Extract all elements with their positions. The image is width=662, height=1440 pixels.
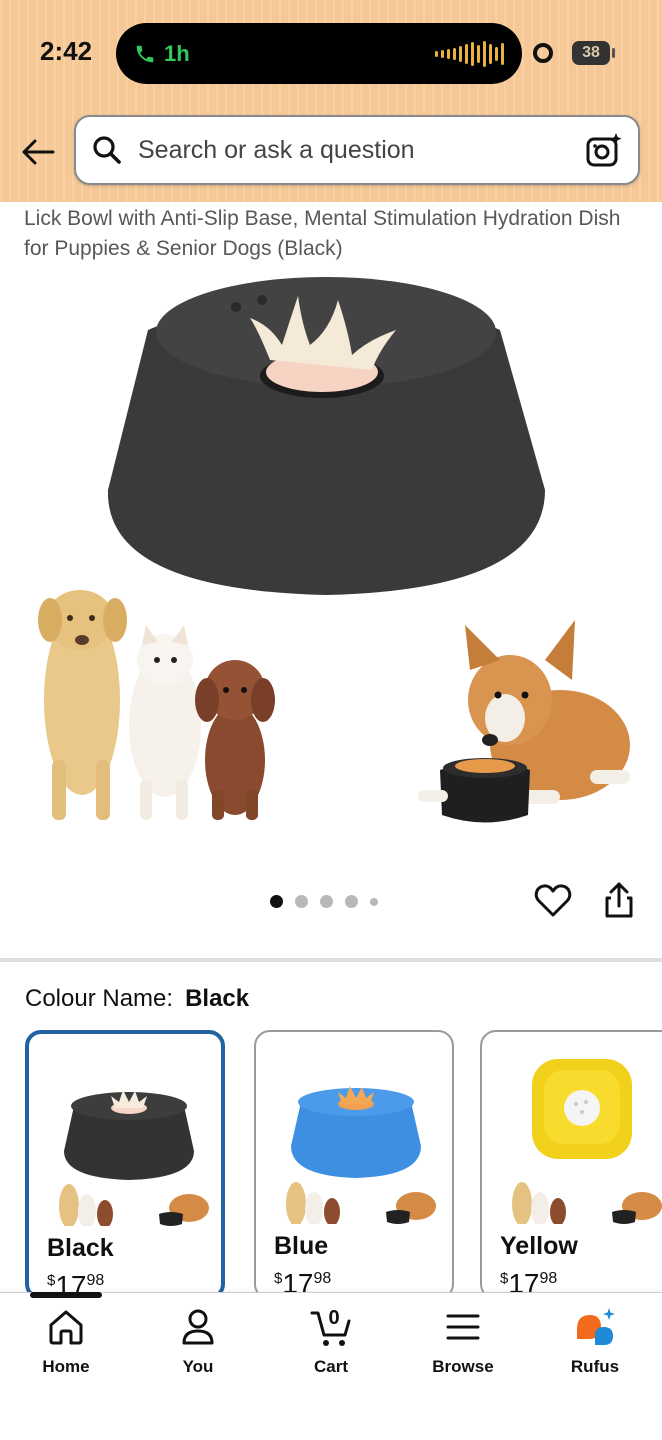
search-bar[interactable] xyxy=(74,115,640,185)
pager-dot-4[interactable] xyxy=(345,895,358,908)
swatch-name: Yellow xyxy=(500,1232,578,1260)
colour-swatch-black[interactable]: Black $1798 xyxy=(25,1030,225,1300)
camera-search-icon[interactable] xyxy=(584,130,624,170)
product-image[interactable] xyxy=(0,270,662,850)
nav-browse[interactable]: Browse xyxy=(408,1305,518,1377)
nav-home-label: Home xyxy=(42,1357,90,1376)
product-title[interactable]: Lick Bowl with Anti-Slip Base, Mental St… xyxy=(24,204,644,264)
swatch-name: Blue xyxy=(274,1232,329,1260)
audio-waveform-icon xyxy=(435,40,504,68)
back-arrow-icon xyxy=(22,139,55,165)
add-to-list-button[interactable] xyxy=(533,880,573,920)
image-pager[interactable] xyxy=(270,895,378,908)
pager-dot-1[interactable] xyxy=(270,895,283,908)
nav-home[interactable]: Home xyxy=(11,1305,121,1377)
swatch-name: Black xyxy=(47,1234,114,1262)
corgi-image xyxy=(418,620,630,823)
price-currency: $ xyxy=(47,1272,56,1289)
dynamic-island[interactable]: 1h xyxy=(116,23,522,84)
nav-cart-label: Cart xyxy=(313,1357,348,1376)
share-icon xyxy=(605,882,633,918)
nav-you-label: You xyxy=(182,1357,214,1376)
recording-indicator-icon xyxy=(533,43,553,63)
dogs-group-image xyxy=(38,590,275,820)
heart-icon xyxy=(534,884,572,917)
person-icon xyxy=(182,1309,214,1345)
pager-dot-2[interactable] xyxy=(295,895,308,908)
search-input[interactable] xyxy=(138,135,584,165)
call-duration: 1h xyxy=(164,40,190,66)
nav-rufus-label: Rufus xyxy=(570,1357,620,1376)
rufus-icon xyxy=(577,1308,615,1345)
scroll-indicator xyxy=(30,1292,102,1298)
section-divider xyxy=(0,958,662,962)
phone-icon xyxy=(136,45,154,62)
search-icon xyxy=(90,133,124,167)
menu-icon xyxy=(446,1314,480,1340)
colour-label-text: Colour Name: xyxy=(25,985,174,1012)
swatch-thumbnail xyxy=(59,1090,209,1226)
cart-count: 0 xyxy=(328,1307,340,1329)
colour-selected-value: Black xyxy=(185,985,250,1012)
back-button[interactable] xyxy=(18,132,58,172)
nav-you[interactable]: You xyxy=(143,1305,253,1377)
nav-rufus[interactable]: Rufus xyxy=(540,1305,650,1377)
share-button[interactable] xyxy=(601,880,637,920)
home-icon xyxy=(49,1310,83,1345)
status-time: 2:42 xyxy=(40,36,93,66)
pager-dot-3[interactable] xyxy=(320,895,333,908)
battery-cap xyxy=(612,48,615,58)
battery-indicator: 38 xyxy=(572,41,610,65)
price-fraction: 98 xyxy=(539,1270,558,1287)
swatch-thumbnail xyxy=(286,1086,436,1224)
pager-dot-5[interactable] xyxy=(370,897,378,906)
bottom-nav: Home You 0 Cart Browse Rufus xyxy=(0,1292,662,1440)
colour-label: Colour Name: Black xyxy=(25,985,249,1013)
lick-bowl-image xyxy=(107,277,545,595)
price-fraction: 98 xyxy=(313,1270,332,1287)
swatch-thumbnail xyxy=(512,1059,662,1224)
colour-swatch-yellow[interactable]: Yellow $1798 xyxy=(480,1030,662,1300)
price-fraction: 98 xyxy=(86,1272,105,1289)
nav-browse-label: Browse xyxy=(432,1357,494,1376)
call-indicator[interactable]: 1h xyxy=(134,41,190,67)
price-currency: $ xyxy=(274,1270,283,1287)
nav-cart[interactable]: 0 Cart xyxy=(276,1305,386,1377)
colour-swatch-blue[interactable]: Blue $1798 xyxy=(254,1030,454,1300)
price-currency: $ xyxy=(500,1270,509,1287)
